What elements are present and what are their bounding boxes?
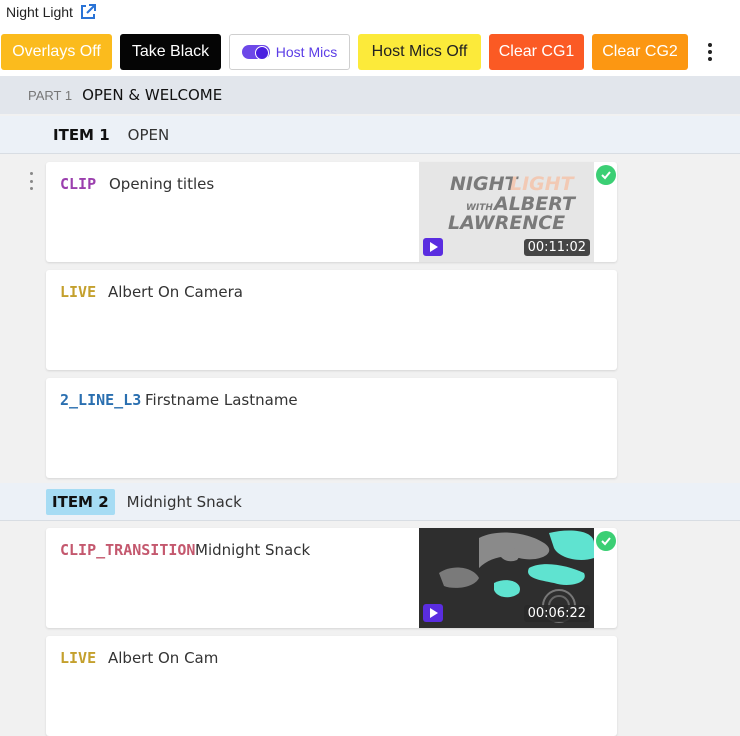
overlays-off-button[interactable]: Overlays Off xyxy=(1,34,112,70)
card-description: Firstname Lastname xyxy=(145,391,298,409)
top-toolbar: Night Light Overlays Off Take Black Host… xyxy=(0,0,740,76)
host-mics-label: Host Mics xyxy=(275,44,338,60)
card-description: Albert On Cam xyxy=(108,649,219,667)
check-circle-icon xyxy=(596,531,616,551)
card-description: Opening titles xyxy=(109,175,215,193)
rundown-card[interactable]: LIVE Albert On Camera xyxy=(46,270,617,370)
play-icon[interactable] xyxy=(423,604,443,622)
clip-thumbnail[interactable]: 00:06:22 xyxy=(419,528,594,628)
rundown-card[interactable]: CLIP_TRANSITION Midnight Snack 00:06:22 xyxy=(46,528,617,628)
card-type: CLIP_TRANSITION xyxy=(60,541,196,559)
clear-cg1-button[interactable]: Clear CG1 xyxy=(489,34,584,70)
rundown-card[interactable]: LIVE Albert On Cam xyxy=(46,636,617,736)
card-type: 2_LINE_L3 xyxy=(60,391,142,409)
clip-duration: 00:11:02 xyxy=(523,239,590,256)
item-name: OPEN xyxy=(127,125,170,144)
app-title: Night Light xyxy=(6,4,73,20)
external-link-icon[interactable] xyxy=(79,3,97,21)
item-header[interactable]: ITEM 2 Midnight Snack xyxy=(0,483,740,521)
app-title-row: Night Light xyxy=(6,3,97,21)
clip-thumbnail[interactable]: NIGHT LIGHT WITH ALBERT LAWRENCE 00:11:0… xyxy=(419,162,594,262)
drag-handle-icon[interactable] xyxy=(28,172,34,190)
more-vertical-icon[interactable] xyxy=(700,40,720,64)
item-label: ITEM 2 xyxy=(46,488,115,515)
play-icon[interactable] xyxy=(423,238,443,256)
host-mics-toggle[interactable]: Host Mics xyxy=(229,34,350,70)
card-description: Albert On Camera xyxy=(108,283,243,301)
item-name: Midnight Snack xyxy=(126,492,242,511)
rundown-card[interactable]: CLIP Opening titles NIGHT LIGHT WITH ALB… xyxy=(46,162,617,262)
part-title: OPEN & WELCOME xyxy=(82,86,223,104)
card-type: LIVE xyxy=(60,283,97,301)
take-black-button[interactable]: Take Black xyxy=(120,34,221,70)
rundown-card[interactable]: 2_LINE_L3 Firstname Lastname xyxy=(46,378,617,478)
check-circle-icon xyxy=(596,165,616,185)
card-description: Midnight Snack xyxy=(195,541,311,559)
part-header: PART 1 OPEN & WELCOME xyxy=(0,76,740,114)
item-label: ITEM 1 xyxy=(53,125,110,144)
toggle-switch-icon[interactable] xyxy=(241,45,270,60)
host-mics-off-button[interactable]: Host Mics Off xyxy=(358,34,481,70)
thumb-word: LIGHT xyxy=(510,173,576,195)
card-type: LIVE xyxy=(60,649,97,667)
thumb-word: LAWRENCE xyxy=(448,212,565,234)
clip-duration: 00:06:22 xyxy=(523,605,590,622)
clear-cg2-button[interactable]: Clear CG2 xyxy=(592,34,688,70)
card-type: CLIP xyxy=(60,175,97,193)
part-label: PART 1 xyxy=(28,87,73,103)
item-header[interactable]: ITEM 1 OPEN xyxy=(0,116,740,154)
